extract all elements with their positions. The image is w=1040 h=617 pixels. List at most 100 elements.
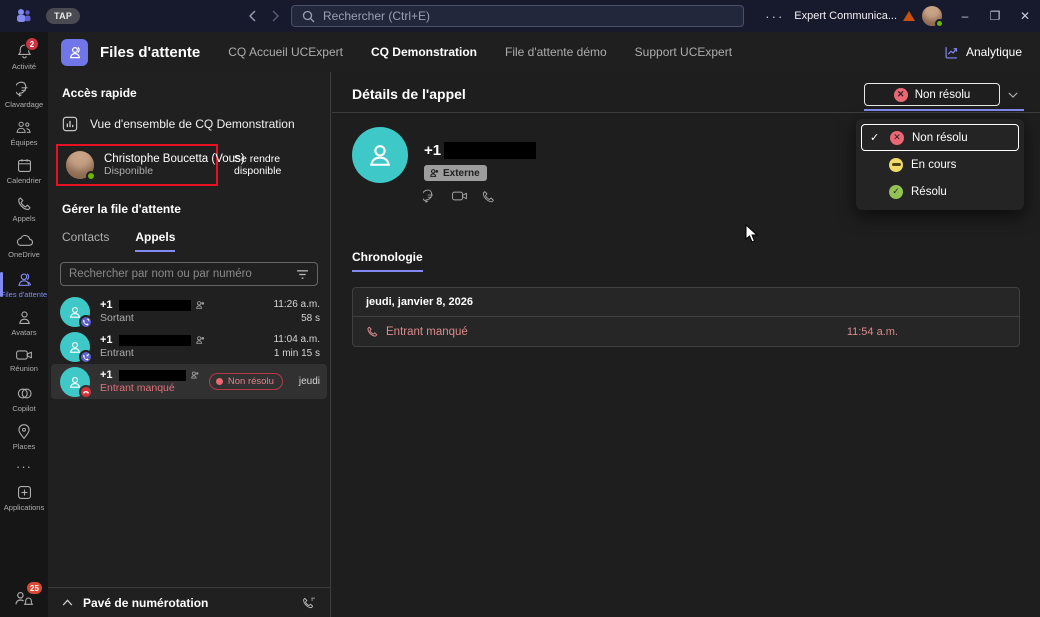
minimize-button[interactable]: – bbox=[950, 0, 980, 32]
titlebar-more-icon[interactable]: ··· bbox=[755, 9, 794, 24]
sidebar-item-chat[interactable]: Clavardage bbox=[0, 76, 48, 113]
caller-avatar bbox=[60, 367, 90, 397]
caller-avatar bbox=[60, 297, 90, 327]
in-progress-status-icon bbox=[889, 158, 903, 172]
external-user-icon bbox=[429, 168, 439, 178]
app-header: Files d'attente CQ Accueil UCExpert CQ D… bbox=[48, 32, 1040, 72]
tab-cq-accueil-ucexpert[interactable]: CQ Accueil UCExpert bbox=[228, 45, 343, 59]
chevron-up-icon bbox=[62, 599, 73, 606]
bar-chart-icon bbox=[62, 116, 78, 132]
contact-phone-number: +1 bbox=[424, 142, 536, 159]
timeline-event-label: Entrant manqué bbox=[386, 326, 468, 338]
call-search-input[interactable] bbox=[69, 268, 290, 280]
dialpad-label: Pavé de numérotation bbox=[83, 596, 291, 610]
external-caller-icon bbox=[195, 300, 205, 310]
search-icon bbox=[302, 10, 315, 23]
video-call-action-icon[interactable] bbox=[451, 189, 468, 204]
tab-file-attente-demo[interactable]: File d'attente démo bbox=[505, 45, 607, 59]
window-titlebar: TAP ··· Expert Communica... – ❐ ✕ bbox=[0, 0, 1040, 32]
restore-button[interactable]: ❐ bbox=[980, 0, 1010, 32]
sidebar-item-meeting[interactable]: Réunion bbox=[0, 342, 48, 379]
tap-ring-badge: TAP bbox=[46, 8, 80, 24]
sidebar-item-places[interactable]: Places bbox=[0, 418, 48, 455]
nav-forward-icon[interactable] bbox=[271, 10, 280, 22]
agent-presence-label: Disponible bbox=[104, 165, 245, 177]
analytics-button[interactable]: Analytique bbox=[944, 45, 1022, 60]
status-dropdown-button[interactable]: ✕ Non résolu bbox=[864, 83, 1000, 106]
call-row-incoming[interactable]: +1 Entrant 11:04 a.m. 1 min 15 s bbox=[48, 329, 330, 364]
external-caller-icon bbox=[190, 370, 199, 380]
account-name[interactable]: Expert Communica... bbox=[794, 10, 897, 22]
status-dropdown-menu: ✓ ✕ Non résolu En cours ✓ Résolu bbox=[856, 119, 1024, 210]
contact-avatar bbox=[352, 127, 408, 183]
timeline-card: jeudi, janvier 8, 2026 Entrant manqué 11… bbox=[352, 287, 1020, 347]
teams-logo-icon bbox=[0, 8, 46, 24]
chat-action-icon[interactable] bbox=[423, 189, 438, 204]
tab-cq-demonstration[interactable]: CQ Demonstration bbox=[371, 45, 477, 59]
agent-self-card[interactable]: Christophe Boucetta (Vous) Disponible bbox=[56, 144, 218, 186]
queue-overview-label: Vue d'ensemble de CQ Demonstration bbox=[90, 117, 295, 131]
set-available-button[interactable]: Se rendre disponible bbox=[234, 153, 330, 177]
sidebar-item-calls[interactable]: Appels bbox=[0, 190, 48, 227]
app-rail: Activité 2 Clavardage Équipes Calendrier… bbox=[0, 32, 48, 617]
tab-timeline[interactable]: Chronologie bbox=[352, 250, 423, 272]
incoming-call-icon bbox=[79, 350, 93, 364]
sidebar-item-apps[interactable]: Applications bbox=[0, 479, 48, 516]
queue-side-panel: Accès rapide Vue d'ensemble de CQ Demons… bbox=[48, 72, 331, 617]
call-details-panel: Détails de l'appel ✕ Non résolu ✓ ✕ Non … bbox=[332, 72, 1040, 617]
caller-avatar bbox=[60, 332, 90, 362]
tab-calls[interactable]: Appels bbox=[135, 230, 175, 252]
sidebar-item-onedrive[interactable]: OneDrive bbox=[0, 228, 48, 265]
unresolved-status-icon: ✕ bbox=[894, 88, 908, 102]
sidebar-item-teams[interactable]: Équipes bbox=[0, 114, 48, 151]
agent-name: Christophe Boucetta (Vous) bbox=[104, 153, 245, 165]
quick-access-heading: Accès rapide bbox=[48, 72, 330, 108]
queue-overview-item[interactable]: Vue d'ensemble de CQ Demonstration bbox=[48, 108, 330, 140]
timeline-event-row[interactable]: Entrant manqué 11:54 a.m. bbox=[353, 317, 1019, 346]
call-direction-label: Entrant bbox=[100, 347, 263, 359]
call-time: 11:04 a.m. bbox=[273, 333, 320, 347]
tab-support-ucexpert[interactable]: Support UCExpert bbox=[635, 45, 732, 59]
presence-available-icon bbox=[935, 19, 944, 28]
timeline-date-header: jeudi, janvier 8, 2026 bbox=[353, 288, 1019, 317]
missed-call-event-icon bbox=[366, 325, 379, 338]
sidebar-item-call-queues[interactable]: Files d'attente bbox=[0, 266, 48, 303]
call-row-missed-selected[interactable]: +1 Entrant manqué Non résolu jeudi bbox=[51, 364, 327, 399]
global-search[interactable] bbox=[291, 5, 744, 27]
call-search-box[interactable] bbox=[60, 262, 318, 286]
call-details-title: Détails de l'appel bbox=[352, 86, 466, 102]
resolved-status-icon: ✓ bbox=[889, 185, 903, 199]
search-input[interactable] bbox=[323, 9, 733, 23]
menu-item-in-progress[interactable]: En cours bbox=[861, 151, 1019, 178]
redacted-number bbox=[444, 142, 536, 159]
sidebar-item-more-apps[interactable]: ··· bbox=[0, 456, 48, 478]
call-row-outgoing[interactable]: +1 Sortant 11:26 a.m. 58 s bbox=[48, 294, 330, 329]
call-direction-label: Sortant bbox=[100, 312, 263, 324]
menu-item-resolved[interactable]: ✓ Résolu bbox=[861, 178, 1019, 205]
call-direction-label: Entrant manqué bbox=[100, 382, 199, 394]
external-badge: Externe bbox=[424, 165, 487, 181]
filter-icon[interactable] bbox=[296, 269, 309, 280]
external-caller-icon bbox=[195, 335, 205, 345]
activity-badge: 2 bbox=[25, 37, 39, 51]
nav-back-icon[interactable] bbox=[248, 10, 257, 22]
menu-item-unresolved[interactable]: ✓ ✕ Non résolu bbox=[861, 124, 1019, 151]
sidebar-item-calendar[interactable]: Calendrier bbox=[0, 152, 48, 189]
sidebar-item-activity[interactable]: Activité 2 bbox=[0, 38, 48, 75]
timeline-event-time: 11:54 a.m. bbox=[847, 326, 898, 338]
status-chevron-button[interactable] bbox=[1002, 83, 1024, 106]
audio-call-action-icon[interactable] bbox=[481, 189, 496, 204]
unresolved-badge: Non résolu bbox=[209, 373, 283, 390]
line-chart-icon bbox=[944, 45, 959, 60]
invite-people-button[interactable]: 25 bbox=[13, 589, 35, 607]
dialpad-call-icon[interactable] bbox=[301, 595, 316, 610]
close-button[interactable]: ✕ bbox=[1010, 0, 1040, 32]
dialpad-bar[interactable]: Pavé de numérotation bbox=[48, 587, 330, 617]
tab-contacts[interactable]: Contacts bbox=[62, 230, 109, 252]
sidebar-item-avatars[interactable]: Avatars bbox=[0, 304, 48, 341]
user-avatar[interactable] bbox=[922, 6, 942, 26]
sidebar-item-copilot[interactable]: Copilot bbox=[0, 380, 48, 417]
agent-avatar bbox=[66, 151, 94, 179]
call-duration: 58 s bbox=[273, 312, 320, 326]
redacted-number bbox=[119, 370, 186, 381]
